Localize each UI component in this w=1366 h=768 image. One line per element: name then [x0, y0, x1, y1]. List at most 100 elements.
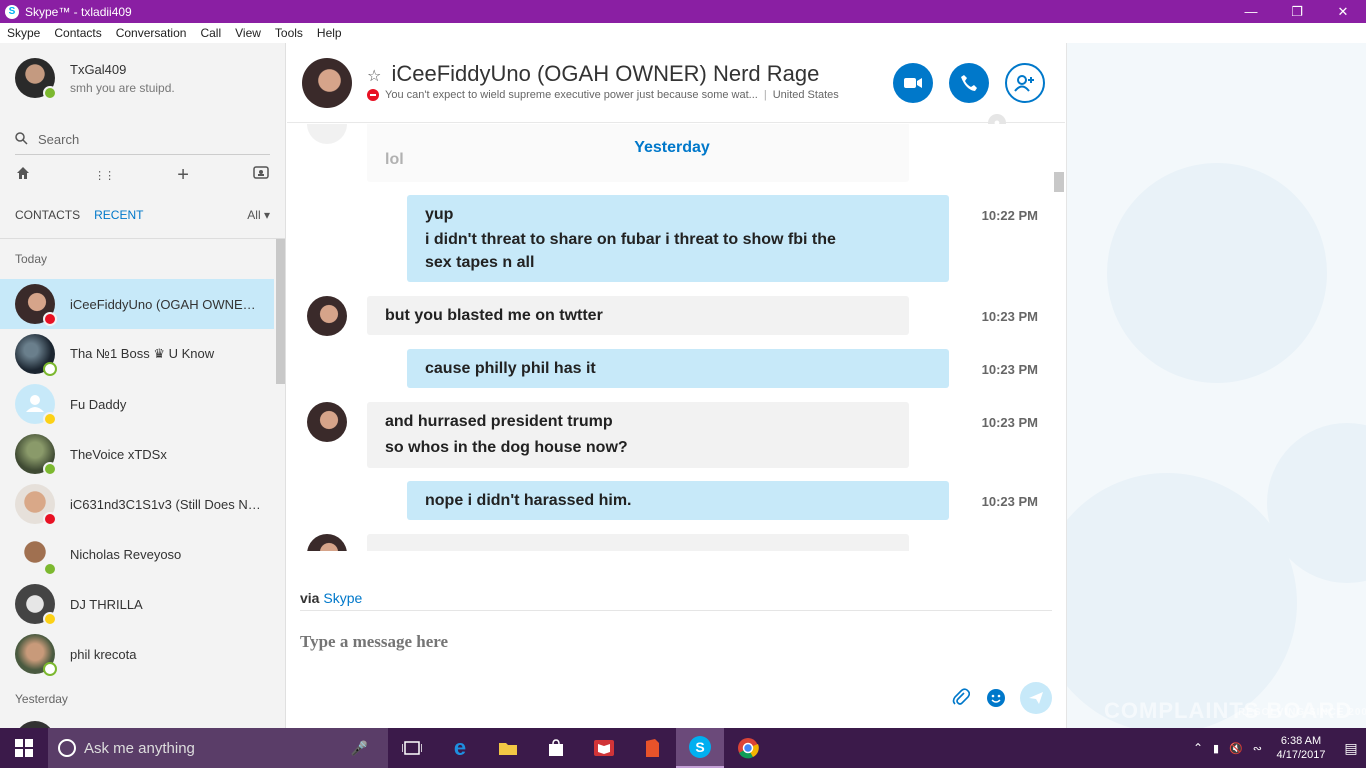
- add-participant-button[interactable]: [1005, 63, 1045, 103]
- battery-icon[interactable]: ▮: [1213, 742, 1219, 755]
- window-title: Skype™ - txladii409: [25, 4, 132, 19]
- microphone-icon[interactable]: 🎤: [351, 740, 368, 757]
- contact-name: phil krecota: [70, 646, 137, 662]
- message-line: nope i didn't harassed him.: [425, 492, 632, 509]
- contact-item[interactable]: iC631nd3C1S1v3 (Still Does No...: [0, 479, 274, 529]
- task-view-button[interactable]: [388, 728, 436, 768]
- contact-item[interactable]: iCeeFiddyUno (OGAH OWNER)...: [0, 279, 274, 329]
- menu-conversation[interactable]: Conversation: [109, 26, 194, 40]
- send-button[interactable]: [1020, 682, 1052, 714]
- menu-view[interactable]: View: [228, 26, 268, 40]
- voice-call-button[interactable]: [949, 63, 989, 103]
- profile[interactable]: TxGal409 smh you are stuipd.: [15, 58, 175, 100]
- dialpad-icon[interactable]: ⋮⋮: [94, 169, 115, 182]
- message-bubble: [367, 534, 909, 551]
- message-input[interactable]: [300, 630, 940, 654]
- start-button[interactable]: [0, 728, 48, 768]
- menu-tools[interactable]: Tools: [268, 26, 310, 40]
- conversation-title: ☆ iCeeFiddyUno (OGAH OWNER) Nerd Rage: [367, 61, 819, 87]
- avatar[interactable]: [15, 58, 57, 100]
- taskbar: Ask me anything 🎤 e S ⌃ ▮ 🔇 ∾ 6:38 AM 4/…: [0, 728, 1366, 768]
- online-status-icon: [43, 86, 57, 100]
- busy-status-icon: [367, 89, 379, 101]
- message-line: cause philly phil has it: [425, 360, 596, 377]
- close-button[interactable]: ✕: [1320, 0, 1366, 23]
- avatar: [15, 634, 57, 676]
- busy-status-icon: [43, 512, 57, 526]
- filter-dropdown[interactable]: All ▾: [247, 208, 270, 222]
- message-line: yup: [425, 206, 454, 223]
- watermark-sub: RESOLVING SINCE 2004: [1238, 707, 1366, 718]
- edge-app[interactable]: e: [436, 728, 484, 768]
- contact-name: iCeeFiddyUno (OGAH OWNER)...: [70, 296, 262, 312]
- message-line: i didn't threat to share on fubar i thre…: [425, 231, 836, 248]
- via-service[interactable]: Skype: [323, 590, 362, 606]
- chevron-up-icon[interactable]: ⌃: [1193, 741, 1203, 755]
- video-call-button[interactable]: [893, 63, 933, 103]
- chevron-down-icon: ▾: [263, 208, 270, 222]
- skype-app[interactable]: S: [676, 728, 724, 768]
- message-time: 10:23 PM: [981, 415, 1038, 430]
- message-line: so whos in the dog house now?: [385, 439, 628, 456]
- avatar[interactable]: [302, 58, 352, 108]
- tab-contacts[interactable]: CONTACTS: [15, 208, 80, 222]
- message-bubble: yup i didn't threat to share on fubar i …: [407, 195, 949, 282]
- contact-name: iC631nd3C1S1v3 (Still Does No...: [70, 496, 262, 512]
- decorative-circle: [1107, 163, 1327, 383]
- menu-help[interactable]: Help: [310, 26, 349, 40]
- office-app[interactable]: [628, 728, 676, 768]
- via-text: via: [300, 590, 320, 606]
- add-icon[interactable]: +: [177, 164, 189, 187]
- cortana-placeholder: Ask me anything: [84, 739, 195, 757]
- message-time: 10:22 PM: [981, 208, 1038, 223]
- clock[interactable]: 6:38 AM 4/17/2017: [1266, 734, 1336, 762]
- menu-skype[interactable]: Skype: [0, 26, 47, 40]
- title-bar: S Skype™ - txladii409 — ❐ ✕: [0, 0, 1366, 23]
- profile-name: TxGal409: [70, 61, 127, 77]
- divider: [0, 238, 285, 239]
- contact-item[interactable]: Fu Daddy: [0, 379, 274, 429]
- message-time: 10:23 PM: [981, 494, 1038, 509]
- system-tray: ⌃ ▮ 🔇 ∾ 6:38 AM 4/17/2017 ▤: [1193, 728, 1366, 768]
- avatar: [15, 484, 57, 526]
- group-label-today: Today: [15, 252, 48, 266]
- chat-scrollbar[interactable]: [1054, 172, 1064, 192]
- contact-item[interactable]: Nicholas Reveyoso: [0, 529, 274, 579]
- contact-tabs: CONTACTS RECENT All ▾: [15, 205, 270, 225]
- chrome-app[interactable]: [724, 728, 772, 768]
- minimize-button[interactable]: —: [1228, 0, 1274, 23]
- busy-status-icon: [43, 312, 57, 326]
- favorite-star-icon[interactable]: ☆: [367, 68, 381, 85]
- wifi-icon[interactable]: ∾: [1253, 742, 1262, 755]
- menu-call[interactable]: Call: [193, 26, 228, 40]
- contacts-scrollbar[interactable]: [276, 239, 285, 384]
- cortana-search[interactable]: Ask me anything 🎤: [48, 728, 388, 768]
- reader-app[interactable]: [580, 728, 628, 768]
- contact-item[interactable]: Tha №1 Boss ♛ U Know: [0, 329, 274, 379]
- contact-item[interactable]: DJ THRILLA: [0, 579, 274, 629]
- contact-name: Nicholas Reveyoso: [70, 546, 182, 562]
- office-icon: [646, 739, 659, 757]
- contact-item[interactable]: phil krecota: [0, 629, 274, 679]
- search-input[interactable]: Search: [15, 125, 270, 155]
- conversation-subtitle: You can't expect to wield supreme execut…: [367, 89, 839, 101]
- file-explorer-app[interactable]: [484, 728, 532, 768]
- contact-card-icon[interactable]: [252, 165, 270, 186]
- emoticon-icon[interactable]: [986, 688, 1006, 713]
- avatar: [15, 721, 55, 728]
- contact-item[interactable]: TheVoice xTDSx: [0, 429, 274, 479]
- away-status-icon: [43, 612, 57, 626]
- tab-recent[interactable]: RECENT: [94, 208, 143, 222]
- message-time: 10:23 PM: [981, 362, 1038, 377]
- message-bubble: nope i didn't harassed him.: [407, 481, 949, 520]
- notifications-icon[interactable]: ▤: [1336, 740, 1366, 757]
- volume-muted-icon[interactable]: 🔇: [1229, 742, 1243, 755]
- message-time: 10:23 PM: [981, 309, 1038, 324]
- profile-mood: smh you are stuipd.: [70, 80, 175, 95]
- maximize-button[interactable]: ❐: [1274, 0, 1320, 23]
- avatar: [307, 402, 347, 442]
- menu-contacts[interactable]: Contacts: [47, 26, 108, 40]
- store-app[interactable]: [532, 728, 580, 768]
- attachment-icon[interactable]: [952, 688, 971, 713]
- home-icon[interactable]: [15, 165, 31, 186]
